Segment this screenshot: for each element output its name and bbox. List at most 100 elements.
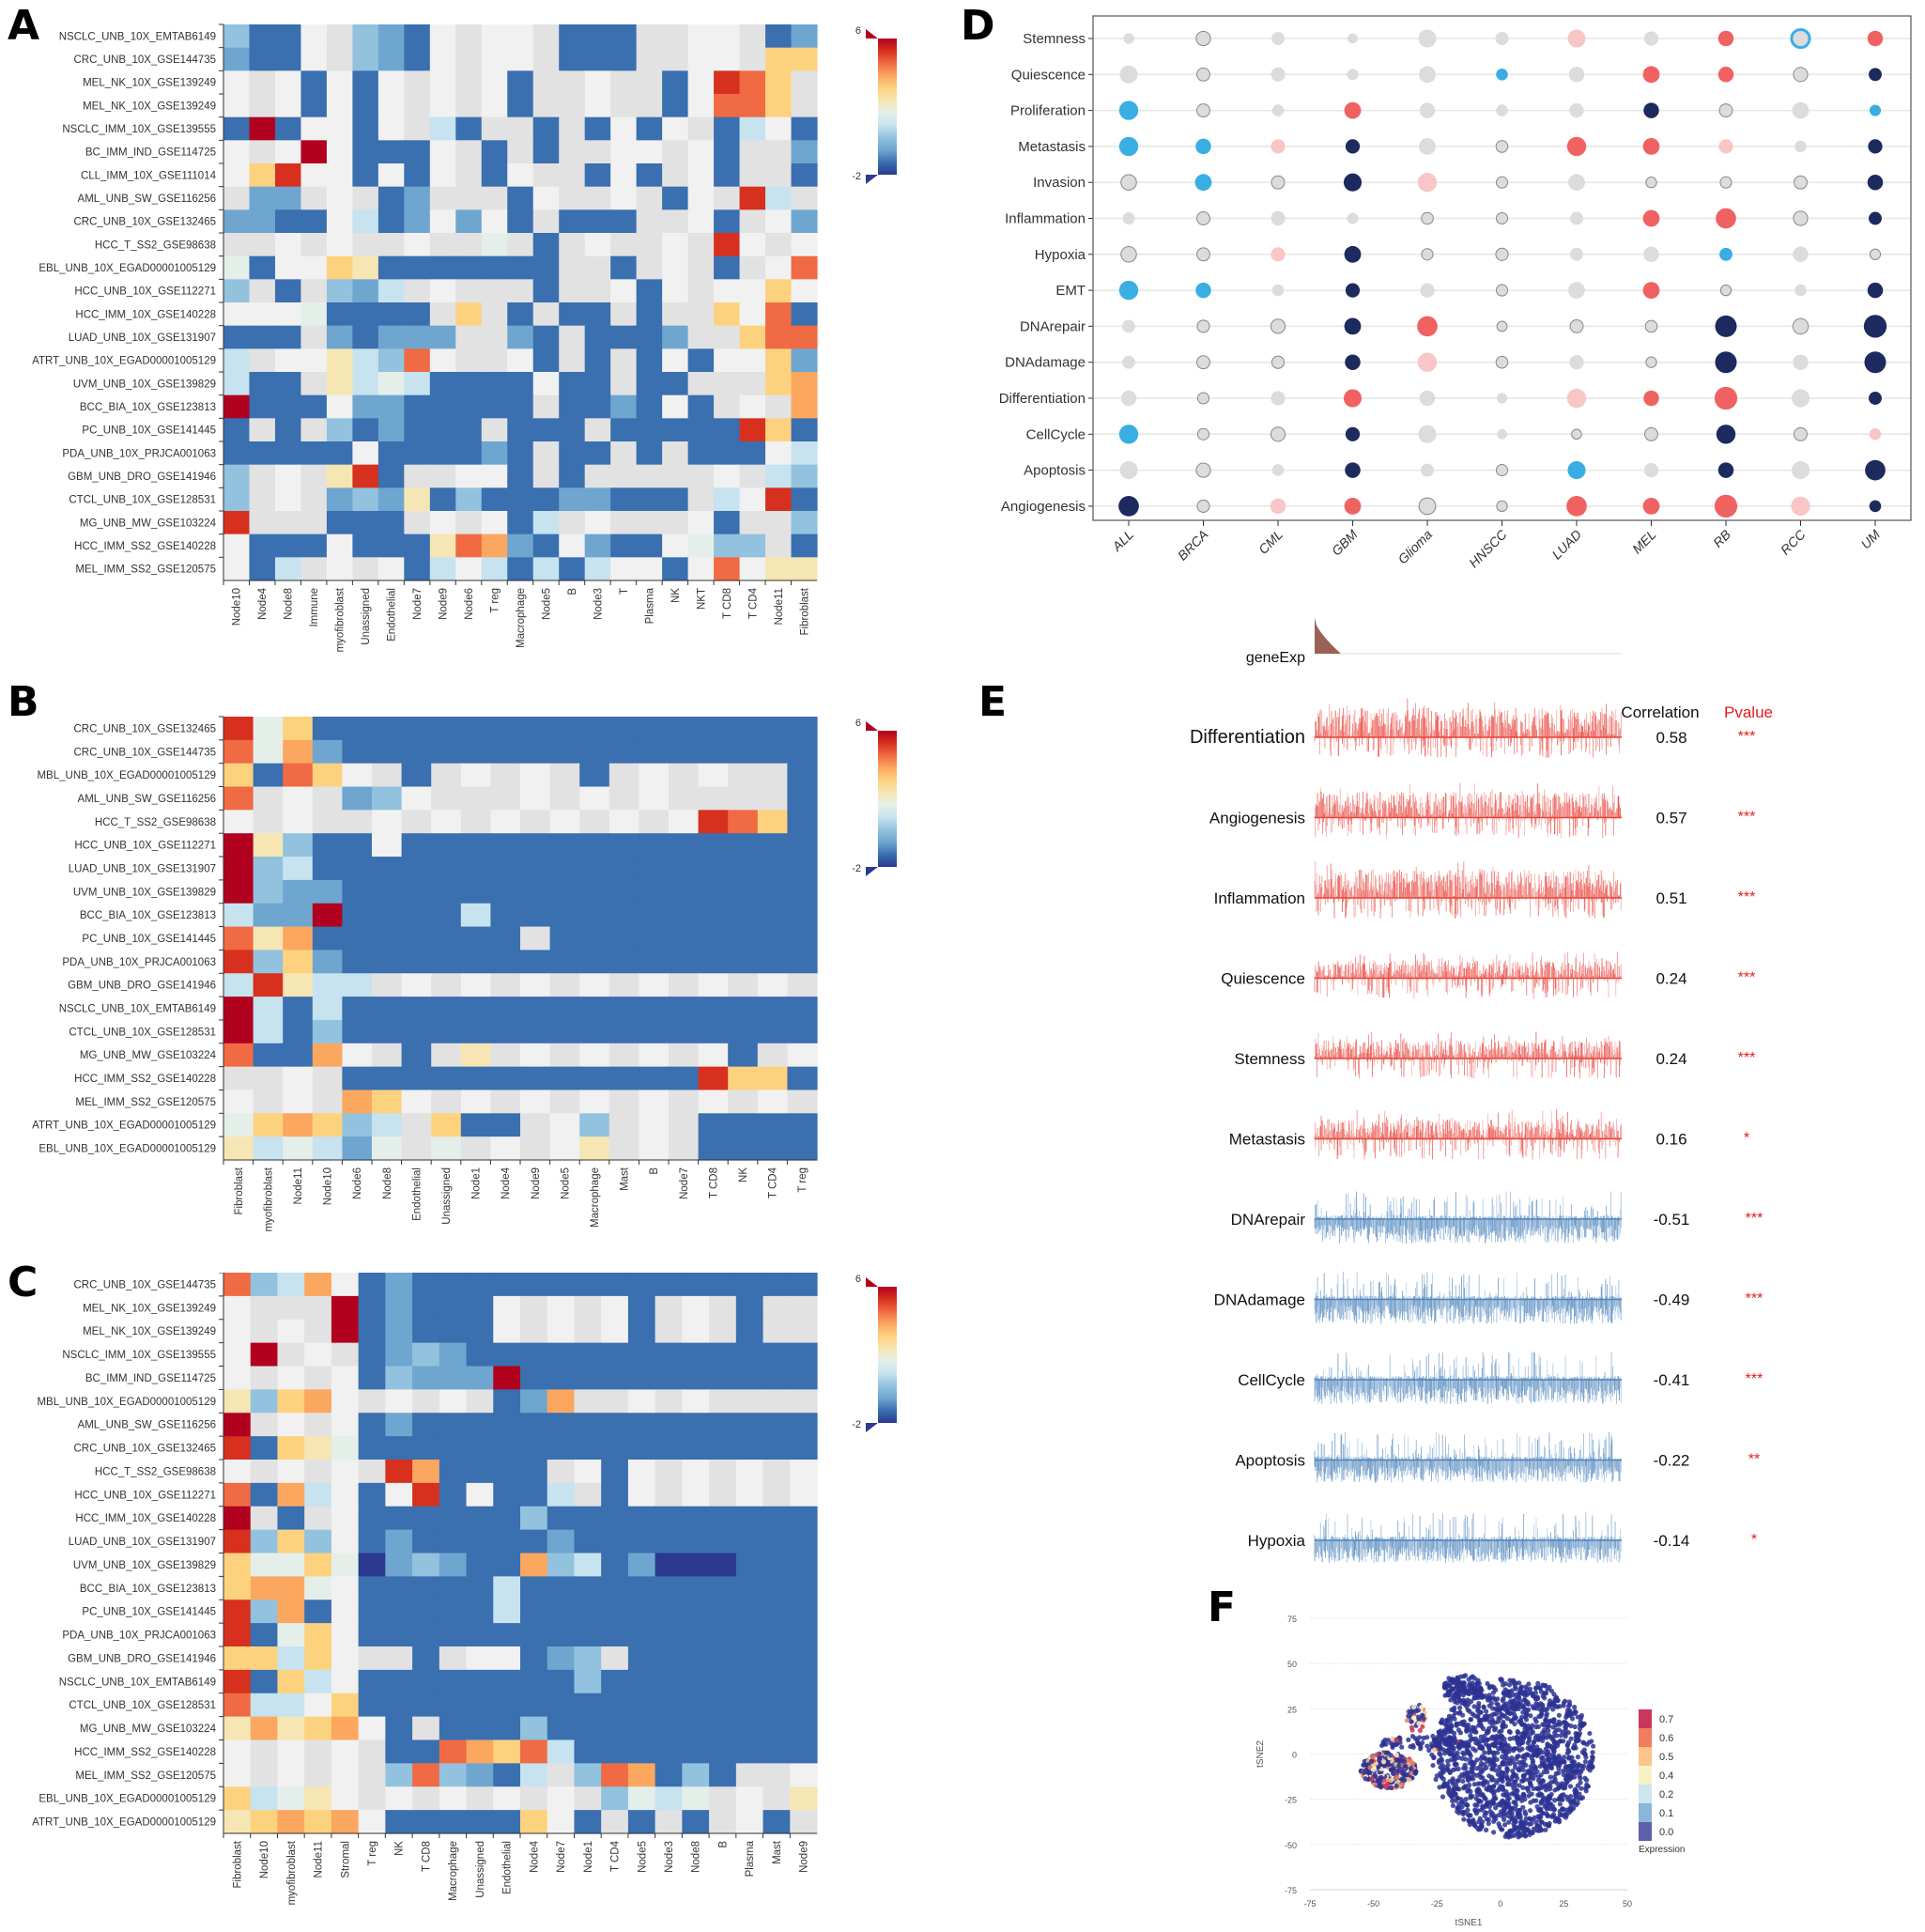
- heatmap-cell: [455, 255, 483, 280]
- heatmap-cell: [757, 857, 788, 881]
- heatmap-cell: [709, 1436, 737, 1461]
- column-label: NK: [394, 1841, 406, 1856]
- y-tick-label: Invasion: [1033, 175, 1086, 191]
- heatmap-cell: [490, 997, 521, 1021]
- colorbar-max-triangle: [866, 1277, 878, 1287]
- heatmap-cell: [304, 1389, 332, 1414]
- heatmap-cell: [735, 1786, 764, 1811]
- signal-bars: [1314, 698, 1622, 758]
- heatmap-cell: [274, 464, 302, 488]
- heatmap-cell: [312, 1090, 343, 1114]
- heatmap-cell: [507, 557, 534, 581]
- y-tick-label: -25: [1285, 1796, 1297, 1805]
- column-label: T reg: [490, 588, 501, 613]
- heatmap-cell: [762, 1553, 791, 1577]
- heatmap-cell: [584, 163, 611, 188]
- heatmap-cell: [372, 1090, 403, 1114]
- row-label: BCC_BIA_10X_GSE123813: [80, 402, 216, 413]
- column-label: Mast: [772, 1840, 783, 1864]
- signal-bars: [1314, 1352, 1622, 1404]
- dot-point: [1496, 500, 1508, 513]
- heatmap-cell: [547, 1600, 576, 1624]
- heatmap-cell: [372, 857, 403, 881]
- heatmap-cell: [342, 810, 373, 834]
- heatmap-cell: [687, 116, 715, 141]
- heatmap-cell: [493, 1600, 521, 1624]
- heatmap-cell: [608, 857, 639, 881]
- legend-swatch: [1639, 1785, 1652, 1803]
- heatmap-cell: [610, 209, 638, 234]
- heatmap-cell: [765, 186, 793, 210]
- heatmap-cell: [300, 533, 328, 558]
- heatmap-cell: [636, 394, 663, 419]
- heatmap-cell: [385, 1716, 413, 1741]
- dot-point: [1715, 315, 1737, 337]
- dot-point: [1421, 248, 1434, 261]
- heatmap-cell: [223, 739, 254, 765]
- heatmap-cell: [312, 973, 343, 997]
- heatmap-cell: [549, 833, 580, 858]
- heatmap-cell: [662, 94, 689, 118]
- heatmap-cell: [735, 1482, 764, 1507]
- heatmap-cell: [669, 763, 700, 788]
- heatmap-cell: [300, 233, 328, 257]
- heatmap-cell: [762, 1669, 791, 1694]
- heatmap-cell: [639, 857, 670, 881]
- dot-point: [1719, 247, 1732, 261]
- heatmap-cell: [466, 1646, 494, 1671]
- dot-point: [1196, 355, 1210, 370]
- heatmap-cell: [790, 1763, 818, 1787]
- heatmap-cell: [326, 348, 353, 373]
- heatmap-cell: [584, 233, 611, 257]
- heatmap-cell: [791, 464, 818, 488]
- heatmap-cell: [429, 279, 456, 303]
- heatmap-cell: [274, 418, 302, 442]
- heatmap-cell: [662, 163, 689, 188]
- colorbar: [878, 731, 897, 867]
- heatmap-cell: [610, 533, 638, 558]
- heatmap-cell: [377, 325, 405, 349]
- heatmap-cell: [283, 973, 314, 997]
- column-label: Node7: [556, 1841, 567, 1873]
- heatmap-cell: [481, 557, 508, 581]
- heatmap-cell: [277, 1482, 305, 1507]
- heatmap-cell: [358, 1810, 386, 1834]
- heatmap-cell: [223, 1066, 254, 1091]
- heatmap-cell: [429, 302, 456, 327]
- heatmap-cell: [709, 1739, 737, 1764]
- pvalue-stars: ***: [1738, 729, 1756, 745]
- heatmap-cell: [662, 279, 689, 303]
- dot-point: [1793, 210, 1809, 226]
- heatmap-cell: [331, 1273, 360, 1297]
- dot-point: [1566, 496, 1587, 517]
- heatmap-cell: [698, 763, 729, 788]
- heatmap-cell: [574, 1763, 602, 1787]
- heatmap-cell: [412, 1739, 440, 1764]
- heatmap-cell: [682, 1319, 710, 1344]
- heatmap-cell: [372, 1019, 403, 1044]
- heatmap-cell: [249, 441, 276, 466]
- heatmap-cell: [709, 1460, 737, 1484]
- column-label: Node9: [439, 588, 450, 620]
- heatmap-cell: [385, 1460, 413, 1484]
- heatmap-cell: [601, 1716, 629, 1741]
- heatmap-cell: [342, 1019, 373, 1044]
- heatmap-cell: [627, 1739, 656, 1764]
- heatmap-cell: [601, 1623, 629, 1647]
- row-label: MG_UNB_MW_GSE103224: [80, 518, 217, 529]
- heatmap-cell: [274, 279, 302, 303]
- heatmap-cell: [757, 739, 788, 765]
- heatmap-cell: [223, 1692, 252, 1718]
- heatmap-c: CRC_UNB_10X_GSE144735MEL_NK_10X_GSE13924…: [32, 1273, 897, 1905]
- heatmap-cell: [669, 1136, 700, 1161]
- signal-bars: [1314, 782, 1622, 839]
- heatmap-cell: [300, 47, 328, 71]
- heatmap-cell: [608, 810, 639, 834]
- heatmap-cell: [765, 255, 793, 280]
- heatmap-cell: [520, 1576, 548, 1600]
- heatmap-cell: [429, 441, 456, 466]
- heatmap-cell: [223, 973, 254, 997]
- heatmap-cell: [326, 116, 353, 141]
- heatmap-cell: [549, 1066, 580, 1091]
- heatmap-cell: [728, 833, 759, 858]
